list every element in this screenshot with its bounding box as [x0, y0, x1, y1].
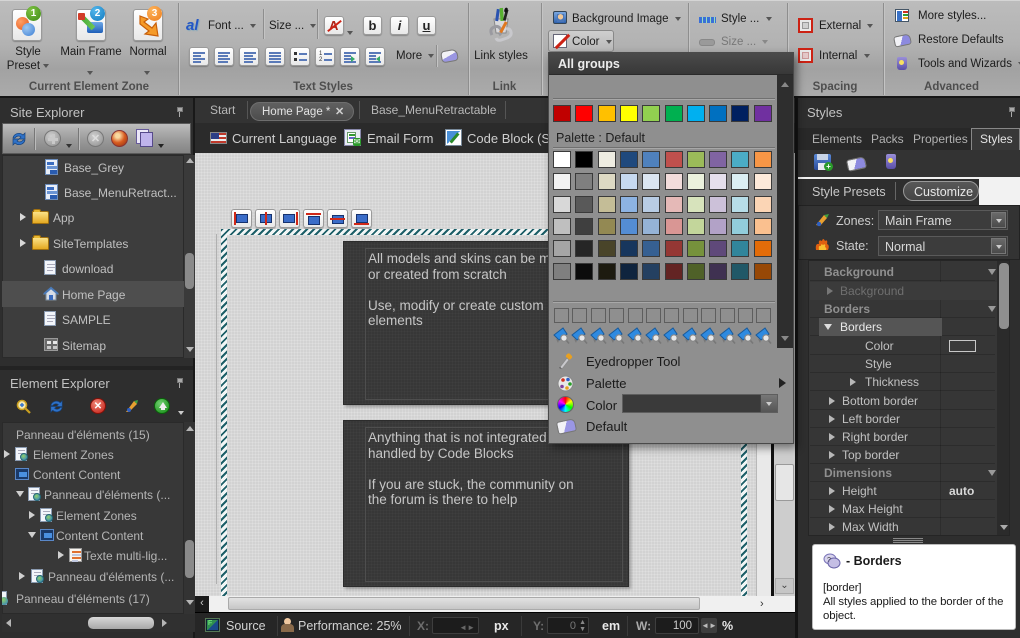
svg-text:?: ? [827, 557, 831, 564]
